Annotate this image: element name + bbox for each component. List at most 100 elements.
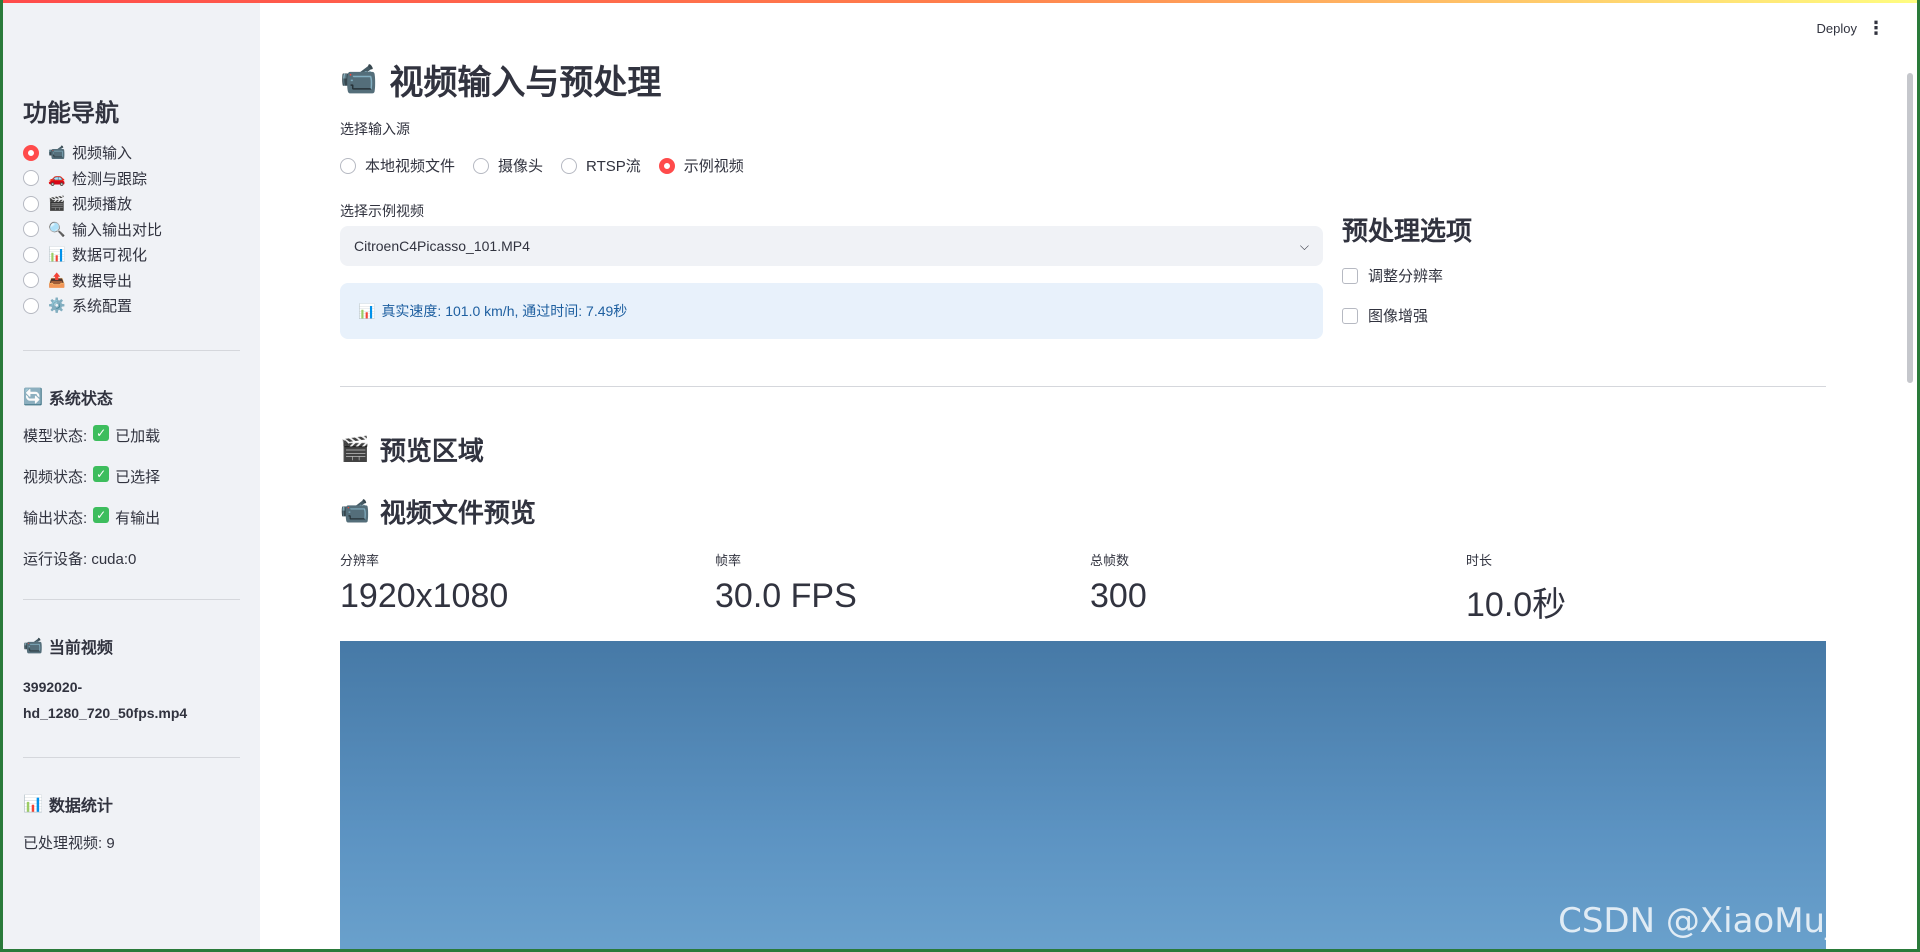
nav-item-label: 视频输入 bbox=[72, 145, 133, 163]
deploy-button[interactable]: Deploy bbox=[1817, 21, 1857, 36]
nav-item-io-compare[interactable]: 🔍 输入输出对比 bbox=[23, 217, 240, 243]
page-title: 📹 视频输入与预处理 bbox=[340, 55, 661, 104]
video-camera-icon: 📹 bbox=[23, 637, 43, 655]
metric-value: 300 bbox=[1090, 577, 1147, 615]
file-preview-heading: 📹 视频文件预览 bbox=[340, 493, 536, 530]
status-value: 已加载 bbox=[115, 427, 161, 445]
nav-item-label: 系统配置 bbox=[72, 298, 133, 316]
bar-chart-icon: 📊 bbox=[358, 302, 376, 319]
heading-text: 视频文件预览 bbox=[379, 498, 536, 528]
app-window: 功能导航 📹 视频输入 🚗 检测与跟踪 🎬 视频播放 🔍 输入输出对比 📊 数据… bbox=[3, 0, 1917, 949]
refresh-icon: 🔄 bbox=[23, 388, 43, 406]
video-camera-icon: 📹 bbox=[340, 498, 370, 525]
check-icon: ✓ bbox=[93, 465, 110, 482]
radio-icon[interactable] bbox=[473, 157, 490, 174]
nav-item-detection-tracking[interactable]: 🚗 检测与跟踪 bbox=[23, 166, 240, 192]
chevron-down-icon: ⌵ bbox=[1299, 238, 1309, 253]
radio-icon[interactable] bbox=[23, 170, 39, 187]
radio-selected-icon[interactable] bbox=[23, 144, 39, 161]
system-status-heading: 🔄 系统状态 bbox=[23, 385, 240, 409]
sidebar-divider bbox=[23, 349, 240, 351]
metric-value: 1920x1080 bbox=[340, 577, 509, 615]
data-stats-heading: 📊 数据统计 bbox=[23, 792, 240, 816]
video-camera-icon: 📹 bbox=[48, 144, 66, 161]
radio-icon[interactable] bbox=[561, 157, 578, 174]
checkbox-enhance[interactable]: 图像增强 bbox=[1342, 305, 1428, 326]
metric-resolution: 分辨率 1920x1080 bbox=[340, 550, 508, 616]
nav-item-label: 视频播放 bbox=[72, 196, 133, 214]
magnifier-icon: 🔍 bbox=[48, 220, 66, 237]
radio-label: 本地视频文件 bbox=[365, 158, 456, 175]
output-status: 输出状态: ✓ 有输出 bbox=[23, 506, 240, 548]
status-value: 有输出 bbox=[115, 509, 161, 527]
gear-icon: ⚙️ bbox=[48, 297, 66, 314]
metric-value: 30.0 FPS bbox=[715, 577, 857, 615]
heading-text: 数据统计 bbox=[48, 797, 113, 815]
sidebar-divider bbox=[23, 598, 240, 600]
model-status: 模型状态: ✓ 已加载 bbox=[23, 424, 240, 466]
radio-icon[interactable] bbox=[23, 272, 39, 289]
nav-item-label: 检测与跟踪 bbox=[72, 170, 148, 188]
checkbox-icon[interactable] bbox=[1342, 307, 1358, 324]
checkbox-label: 图像增强 bbox=[1368, 308, 1429, 325]
metric-value: 10.0秒 bbox=[1466, 586, 1567, 624]
input-source-label: 选择输入源 bbox=[340, 121, 410, 137]
example-video-label: 选择示例视频 bbox=[340, 203, 424, 219]
preview-heading: 🎬 预览区域 bbox=[340, 431, 484, 468]
metric-label: 帧率 bbox=[715, 553, 742, 568]
preprocess-title: 预处理选项 bbox=[1342, 216, 1473, 246]
nav-item-label: 数据可视化 bbox=[72, 247, 148, 265]
input-source-radio-group: 本地视频文件 摄像头 RTSP流 示例视频 bbox=[340, 155, 762, 176]
current-video-name-line2: hd_1280_720_50fps.mp4 bbox=[23, 704, 188, 721]
clapperboard-icon: 🎬 bbox=[48, 195, 66, 212]
radio-selected-icon[interactable] bbox=[658, 157, 675, 174]
current-video-name-line1: 3992020- bbox=[23, 678, 83, 695]
outbox-icon: 📤 bbox=[48, 271, 66, 288]
nav-radio-group: 📹 视频输入 🚗 检测与跟踪 🎬 视频播放 🔍 输入输出对比 📊 数据可视化 📤… bbox=[23, 140, 240, 319]
video-camera-icon: 📹 bbox=[340, 63, 378, 96]
sidebar: 功能导航 📹 视频输入 🚗 检测与跟踪 🎬 视频播放 🔍 输入输出对比 📊 数据… bbox=[3, 3, 260, 949]
example-video-select[interactable]: CitroenC4Picasso_101.MP4 ⌵ bbox=[340, 226, 1323, 266]
metric-label: 总帧数 bbox=[1090, 553, 1130, 568]
main-content: Deploy ⋮ 📹 视频输入与预处理 选择输入源 本地视频文件 摄像头 RTS… bbox=[260, 3, 1917, 949]
scrollbar[interactable] bbox=[1907, 73, 1913, 383]
video-status: 视频状态: ✓ 已选择 bbox=[23, 465, 240, 507]
nav-item-video-playback[interactable]: 🎬 视频播放 bbox=[23, 191, 240, 217]
section-divider bbox=[340, 386, 1826, 387]
heading-text: 系统状态 bbox=[48, 390, 113, 408]
metric-duration: 时长 10.0秒 bbox=[1466, 550, 1566, 626]
radio-option-rtsp[interactable]: RTSP流 bbox=[561, 155, 641, 176]
bar-chart-icon: 📊 bbox=[23, 795, 43, 813]
status-label: 输出状态: bbox=[23, 509, 88, 527]
page-title-text: 视频输入与预处理 bbox=[389, 64, 662, 102]
nav-item-data-export[interactable]: 📤 数据导出 bbox=[23, 268, 240, 294]
check-icon: ✓ bbox=[93, 506, 110, 523]
status-label: 视频状态: bbox=[23, 468, 88, 486]
checkbox-icon[interactable] bbox=[1342, 267, 1358, 284]
metric-fps: 帧率 30.0 FPS bbox=[715, 550, 857, 616]
current-video-heading: 📹 当前视频 bbox=[23, 634, 240, 658]
info-alert: 📊 真实速度: 101.0 km/h, 通过时间: 7.49秒 bbox=[340, 283, 1323, 339]
car-icon: 🚗 bbox=[48, 169, 66, 186]
radio-icon[interactable] bbox=[340, 157, 356, 174]
radio-icon[interactable] bbox=[23, 297, 39, 314]
heading-text: 当前视频 bbox=[48, 639, 113, 657]
radio-icon[interactable] bbox=[23, 221, 39, 238]
info-text: 真实速度: 101.0 km/h, 通过时间: 7.49秒 bbox=[381, 303, 628, 319]
main-menu-icon[interactable]: ⋮ bbox=[1867, 18, 1885, 39]
heading-text: 预览区域 bbox=[379, 436, 484, 466]
radio-icon[interactable] bbox=[23, 246, 39, 263]
radio-option-local-file[interactable]: 本地视频文件 bbox=[340, 155, 455, 176]
radio-icon[interactable] bbox=[23, 195, 39, 212]
sidebar-divider bbox=[23, 756, 240, 758]
radio-option-example-video[interactable]: 示例视频 bbox=[658, 155, 744, 176]
nav-item-video-input[interactable]: 📹 视频输入 bbox=[23, 140, 240, 166]
checkbox-resize[interactable]: 调整分辨率 bbox=[1342, 265, 1443, 286]
radio-option-camera[interactable]: 摄像头 bbox=[473, 155, 543, 176]
radio-label: 摄像头 bbox=[498, 158, 544, 175]
clapperboard-icon: 🎬 bbox=[340, 436, 370, 463]
nav-item-system-config[interactable]: ⚙️ 系统配置 bbox=[23, 293, 240, 319]
bar-chart-icon: 📊 bbox=[48, 246, 66, 263]
device-line: 运行设备: cuda:0 bbox=[23, 550, 137, 568]
nav-item-data-visualization[interactable]: 📊 数据可视化 bbox=[23, 242, 240, 268]
